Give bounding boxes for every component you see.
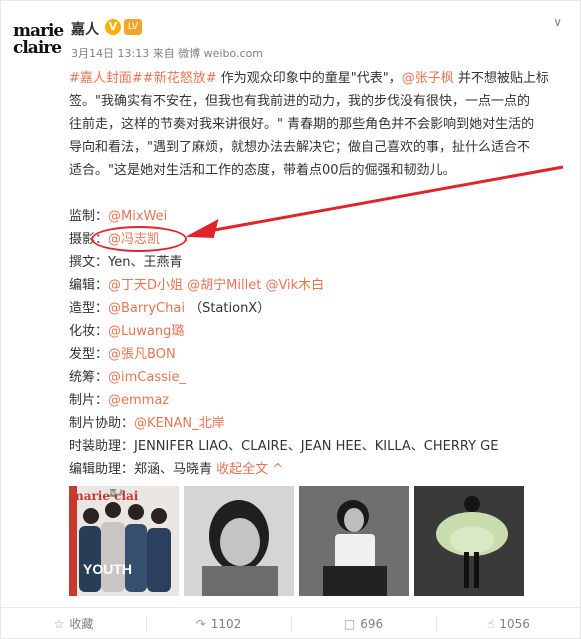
like-button[interactable]: ☝ 1056	[436, 608, 581, 639]
credit-label: 制片：	[69, 393, 109, 408]
credit-line: 时装助理：JENNIFER LIAO、CLAIRE、JEAN HEE、KILLA…	[69, 435, 569, 458]
star-icon: ☆	[53, 617, 65, 631]
post-text: 作为观众印象中的童星"代表"，	[216, 71, 402, 86]
post-text: 并不想被贴上标	[453, 71, 549, 86]
credit-label: 编辑助理：	[69, 462, 135, 477]
credit-line: 造型：@BarryChai （StationX）	[69, 297, 569, 320]
credit-text: Yen、王燕青	[108, 255, 183, 270]
portrait-image	[184, 486, 294, 596]
hashtag[interactable]: #新花怒放#	[143, 71, 217, 86]
comment-count: 696	[360, 617, 384, 631]
mention-link[interactable]: @张子枫	[402, 71, 454, 86]
favorite-label: 收藏	[69, 617, 94, 631]
collapse-button[interactable]: 收起全文 ^	[216, 462, 283, 477]
credit-label: 制片协助：	[69, 416, 135, 431]
level-badge-icon: LV	[124, 19, 142, 35]
avatar[interactable]: marie claire	[13, 23, 64, 63]
favorite-button[interactable]: ☆ 收藏	[1, 608, 146, 639]
thumbs-up-icon: ☝	[487, 617, 495, 631]
photo-thumbnail[interactable]	[299, 486, 409, 596]
portrait-image	[414, 486, 524, 596]
credit-label: 造型：	[69, 301, 109, 316]
credit-link[interactable]: @MixWei	[108, 209, 167, 224]
credit-line: 统筹：@imCassie_	[69, 366, 569, 389]
credit-link[interactable]: @Luwang璐	[108, 324, 184, 339]
comment-button[interactable]: □ 696	[291, 608, 436, 639]
portrait-image	[299, 486, 409, 596]
post-content: #嘉人封面##新花怒放# 作为观众印象中的童星"代表"，@张子枫 并不想被贴上标…	[69, 67, 569, 481]
magazine-cover-image: YOUTH marie clai 嘉人	[69, 486, 179, 596]
credit-label: 撰文：	[69, 255, 109, 270]
credit-text: 郑涵、马晓青	[134, 462, 213, 477]
hashtag[interactable]: #嘉人封面#	[69, 71, 143, 86]
credit-link[interactable]: @BarryChai	[108, 301, 185, 316]
post-line: 导向和看法，"遇到了麻烦，就想办法去解决它；做自己喜欢的事，扯什么适合不	[69, 140, 530, 155]
credit-line: 编辑助理：郑涵、马晓青 收起全文 ^	[69, 458, 569, 481]
post-line: 签。"我确实有不安在，但我也有我前进的动力，我的步伐没有很快，一点一点的	[69, 94, 530, 109]
credit-label: 化妆：	[69, 324, 109, 339]
credit-line: 撰文：Yen、王燕青	[69, 251, 569, 274]
weibo-post-card: marie claire 嘉人 V LV 3月14日 13:13 来自 微博 w…	[0, 0, 581, 639]
photo-thumbnail[interactable]: YOUTH marie clai 嘉人	[69, 486, 179, 596]
credit-link[interactable]: @丁天D小姐 @胡宁Millet @Vik木白	[108, 278, 324, 293]
action-bar: ☆ 收藏 ↷ 1102 □ 696 ☝ 1056	[1, 607, 581, 639]
credit-label: 统筹：	[69, 370, 109, 385]
share-button[interactable]: ↷ 1102	[146, 608, 291, 639]
credit-label: 监制：	[69, 209, 109, 224]
credit-label: 发型：	[69, 347, 109, 362]
annotation-arrow	[187, 165, 564, 239]
username[interactable]: 嘉人	[71, 19, 99, 39]
verified-icon: V	[105, 19, 121, 35]
credit-line: 制片协助：@KENAN_北岸	[69, 412, 569, 435]
cover-tag: 嘉人	[109, 488, 125, 498]
credit-line: 编辑：@丁天D小姐 @胡宁Millet @Vik木白	[69, 274, 569, 297]
photo-thumbnail[interactable]	[184, 486, 294, 596]
credit-link[interactable]: @imCassie_	[108, 370, 186, 385]
credit-label: 编辑：	[69, 278, 109, 293]
comment-icon: □	[343, 617, 356, 631]
cover-text: YOUTH	[83, 561, 132, 577]
credit-link[interactable]: @張凡BON	[108, 347, 176, 362]
credit-link[interactable]: @KENAN_北岸	[134, 416, 225, 431]
share-icon: ↷	[195, 617, 206, 631]
credit-text: （StationX）	[184, 301, 271, 316]
photo-thumbnail[interactable]	[414, 486, 524, 596]
logo-line2: claire	[13, 38, 62, 58]
post-line: #嘉人封面##新花怒放# 作为观众印象中的童星"代表"，@张子枫 并不想被贴上标	[69, 67, 569, 90]
chevron-down-icon[interactable]: ∨	[553, 15, 562, 29]
annotation-circle	[91, 226, 187, 252]
cover-logo: marie clai	[71, 489, 139, 503]
credit-label: 时装助理：	[69, 439, 135, 454]
share-count: 1102	[210, 617, 242, 631]
credit-line: 制片：@emmaz	[69, 389, 569, 412]
credit-line: 发型：@張凡BON	[69, 343, 569, 366]
credit-link[interactable]: @emmaz	[108, 393, 169, 408]
like-count: 1056	[499, 617, 530, 631]
post-meta[interactable]: 3月14日 13:13 来自 微博 weibo.com	[71, 45, 263, 61]
post-line: 往前走，这样的节奏对我来讲很好。" 青春期的那些角色并不会影响到她对生活的	[69, 117, 535, 132]
credit-text: JENNIFER LIAO、CLAIRE、JEAN HEE、KILLA、CHER…	[134, 439, 499, 454]
credit-line: 化妆：@Luwang璐	[69, 320, 569, 343]
